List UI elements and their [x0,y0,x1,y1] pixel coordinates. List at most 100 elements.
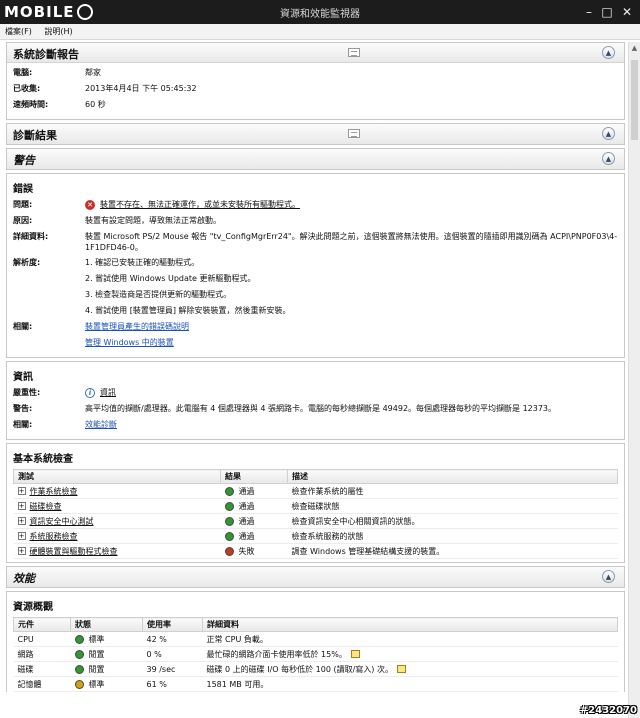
expand-icon[interactable]: + [17,487,26,495]
window-title: 資源和效能監視器 [280,9,360,20]
diag-results-title: 診斷結果 [13,129,57,142]
collapse-icon[interactable]: ▲ [602,127,615,140]
performance-header[interactable]: 效能 ▲ [7,567,624,587]
collapse-icon[interactable]: ▲ [602,570,615,583]
table-row[interactable]: + 磁碟檢查 通過 檢查磁碟狀態 [13,498,618,514]
check-name: 資訊安全中心測試 [29,516,94,526]
collapse-icon[interactable]: ▲ [602,46,615,59]
maximize-button[interactable]: □ [598,3,616,21]
resource-detail: 最忙碌的網路介面卡使用率低於 15%。 [206,649,347,659]
diag-results-section: 診斷結果 ▲ [6,123,625,145]
report-table-icon[interactable] [348,48,360,57]
check-name: 磁碟檢查 [29,501,62,511]
error-icon: ✕ [85,199,95,210]
resources-table: 元件 狀態 使用率 詳細資料 CPU 標準 42 % 正常 CPU 負載。 網路… [13,617,618,692]
table-row[interactable]: CPU 標準 42 % 正常 CPU 負載。 [13,631,618,647]
basic-checks-title: 基本系統檢查 [13,454,73,465]
vertical-scrollbar[interactable]: ▲ ▼ [628,42,640,718]
minimize-button[interactable]: – [580,3,598,21]
table-row[interactable]: + 作業系統檢查 通過 檢查作業系統的屬性 [13,483,618,499]
expand-icon[interactable]: + [17,517,26,525]
resource-detail: 磁碟 0 上的磁碟 I/O 每秒低於 100 (讀取/寫入) 次。 [206,664,393,674]
col-header-usage[interactable]: 使用率 [142,617,203,632]
cause-label: 原因: [13,216,33,225]
resources-section: 資源概觀 元件 狀態 使用率 詳細資料 CPU 標準 42 % 正常 CPU 負… [6,591,625,692]
field-value: 60 秒 [85,100,106,109]
scroll-thumb[interactable] [631,60,638,140]
details-label: 詳細資料: [13,232,49,241]
table-row[interactable]: + 資訊安全中心測試 通過 檢查資訊安全中心相關資訊的狀態。 [13,513,618,529]
col-header-component[interactable]: 元件 [13,617,71,632]
field-collected: 已收集: 2013年4月4日 下午 05:45:32 [13,83,618,95]
error-title: 錯誤 [13,184,33,195]
collapse-icon[interactable]: ▲ [602,152,615,165]
status-ok-icon [224,516,234,526]
field-label: 速頻時間: [13,100,49,109]
resource-status: 閒置 [88,664,105,674]
report-section: 系統診斷報告 ▲ 電腦: 鄰家 已收集: 2013年4月4日 下午 05:45:… [6,42,625,120]
status-ok-icon [224,531,234,541]
col-header-desc[interactable]: 描述 [287,469,618,484]
expand-icon[interactable]: + [17,547,26,555]
info-title: 資訊 [13,372,33,383]
check-desc: 檢查系統服務的狀態 [287,528,618,544]
warning-title: 警告 [13,154,35,167]
info-icon: i [85,387,95,398]
report-header[interactable]: 系統診斷報告 ▲ [7,43,624,63]
resolution-step: 1. 確認已安裝正確的驅動程式。 [85,258,200,267]
status-warn-icon [74,679,84,689]
col-header-details[interactable]: 詳細資料 [202,617,618,632]
table-row[interactable]: 記憶體 標準 61 % 1581 MB 可用。 [13,676,618,692]
table-row[interactable]: 網路 閒置 0 % 最忙碌的網路介面卡使用率低於 15%。 [13,646,618,662]
related-link-manage-devices[interactable]: 管理 Windows 中的裝置 [85,337,618,349]
check-name: 作業系統檢查 [29,486,78,496]
resolution-step: 4. 嘗試使用 [裝置管理員] 解除安裝裝置，然後重新安裝。 [85,306,291,315]
report-content: 系統診斷報告 ▲ 電腦: 鄰家 已收集: 2013年4月4日 下午 05:45:… [6,42,625,718]
scroll-up-icon[interactable]: ▲ [629,42,640,54]
col-header-result[interactable]: 結果 [220,469,288,484]
table-row[interactable]: 磁碟 閒置 39 /sec 磁碟 0 上的磁碟 I/O 每秒低於 100 (讀取… [13,661,618,677]
table-row[interactable]: + 硬體裝置與驅動程式檢查 失敗 調查 Windows 管理基礎結構支援的裝置。 [13,543,618,559]
table-row[interactable]: + 系統服務檢查 通過 檢查系統服務的狀態 [13,528,618,544]
edit-icon[interactable] [350,650,360,658]
col-header-status[interactable]: 狀態 [70,617,143,632]
check-result: 通過 [238,516,255,526]
resolution-label: 解析度: [13,258,41,267]
error-section: 錯誤 問題: ✕ 裝置不存在、無法正確運作，或並未安裝所有驅動程式。 原因: 裝置… [6,173,625,358]
title-bar: MOBILE 資源和效能監視器 – □ ✕ [0,0,640,24]
status-ok-icon [74,664,84,674]
check-result: 通過 [238,531,255,541]
field-computer: 電腦: 鄰家 [13,67,618,79]
resource-usage: 0 % [142,646,203,662]
check-desc: 檢查作業系統的屬性 [287,483,618,499]
expand-icon[interactable]: + [17,502,26,510]
related-link-perf-diag[interactable]: 效能診斷 [85,420,117,429]
field-value: 2013年4月4日 下午 05:45:32 [85,84,197,93]
related-link-error-codes[interactable]: 裝置管理員產生的錯誤碼說明 [85,321,618,333]
check-result: 通過 [238,486,255,496]
resource-detail: 1581 MB 可用。 [202,676,618,692]
col-header-test[interactable]: 測試 [13,469,221,484]
warning-header[interactable]: 警告 ▲ [7,149,624,169]
details-text: 裝置 Microsoft PS/2 Mouse 報告 "tv_ConfigMgr… [85,232,618,252]
menu-bar: 檔案(F) 說明(H) [0,24,640,40]
watermark: #2432070 [579,705,637,716]
severity-label: 嚴重性: [13,388,41,397]
symptom-text: 裝置不存在、無法正確運作，或並未安裝所有驅動程式。 [100,200,300,209]
edit-icon[interactable] [396,665,406,673]
close-button[interactable]: ✕ [618,3,636,21]
basic-checks-section: 基本系統檢查 測試 結果 描述 + 作業系統檢查 通過 檢查作業系統的屬性 + 磁碟… [6,443,625,563]
menu-file[interactable]: 檔案(F) [0,24,37,39]
basic-checks-table: 測試 結果 描述 + 作業系統檢查 通過 檢查作業系統的屬性 + 磁碟檢查 通過 檢… [13,469,618,559]
cause-text: 裝置有設定問題，導致無法正常啟動。 [85,216,221,225]
info-warning-label: 警告: [13,404,33,413]
info-related-label: 相關: [13,420,33,429]
field-value: 鄰家 [85,68,101,77]
menu-help[interactable]: 說明(H) [39,24,77,39]
diag-table-icon[interactable] [348,129,360,138]
resource-status: 標準 [88,634,105,644]
report-title: 系統診斷報告 [13,48,79,61]
diag-results-header[interactable]: 診斷結果 ▲ [7,124,624,144]
resource-component: 磁碟 [13,661,71,677]
expand-icon[interactable]: + [17,532,26,540]
